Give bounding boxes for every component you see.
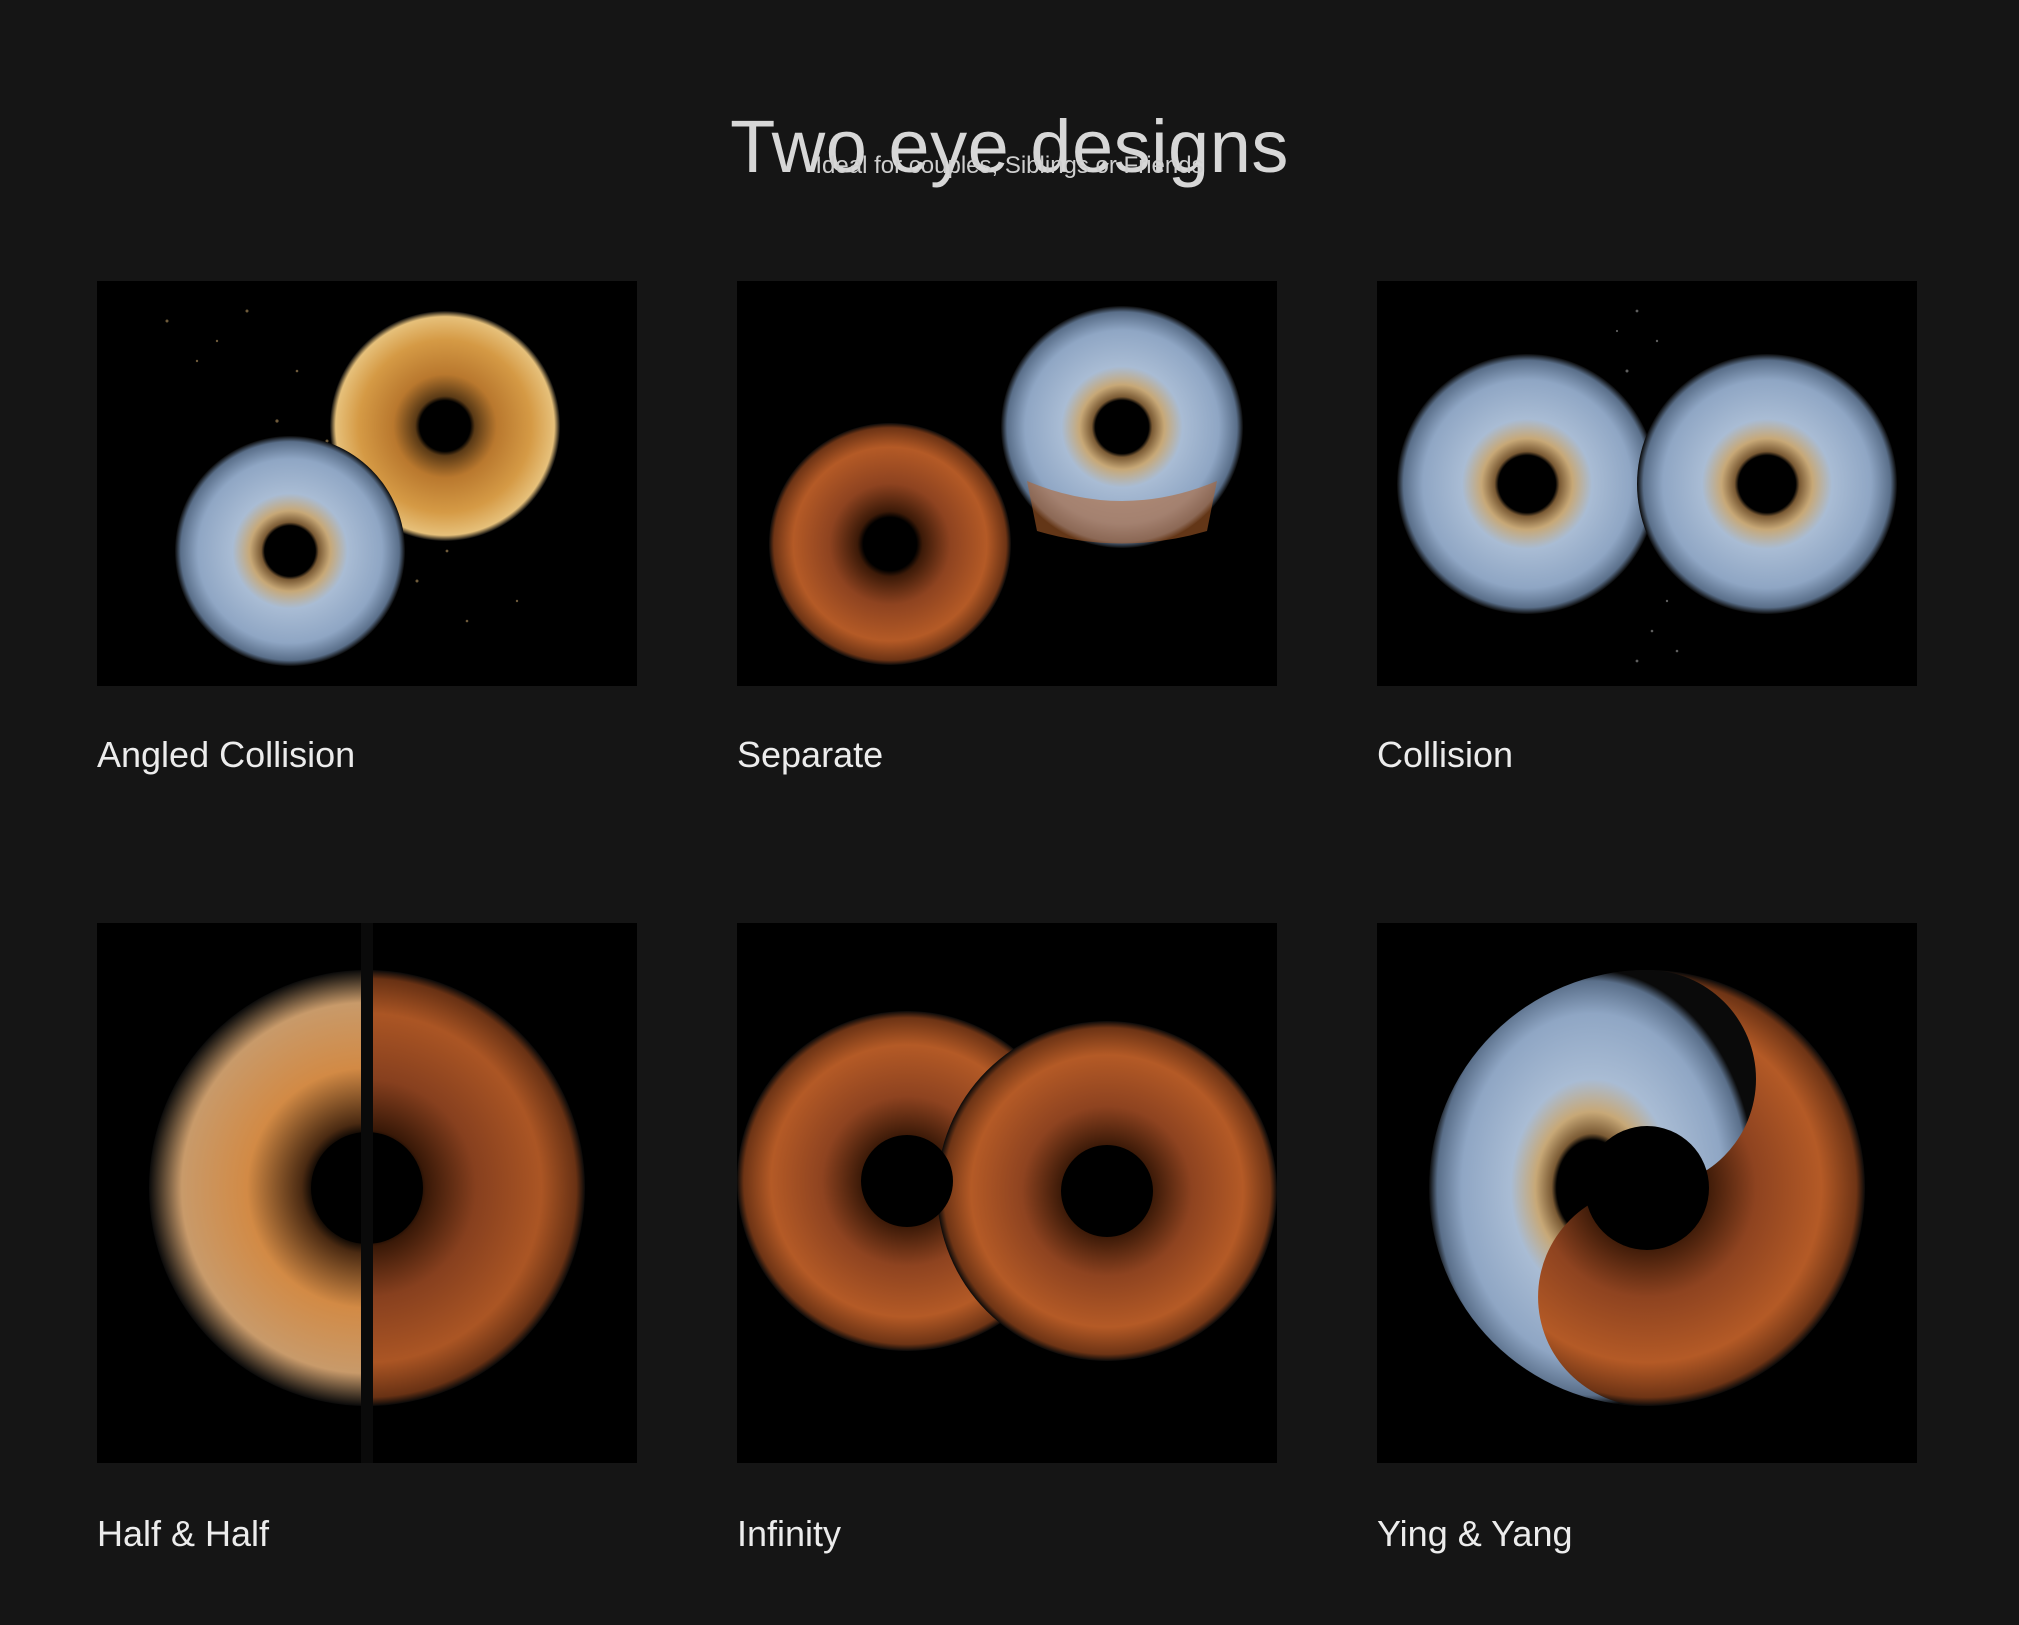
design-card-collision[interactable]: Collision [1377, 281, 1917, 775]
design-label: Separate [737, 734, 884, 775]
half-and-half-image[interactable] [97, 923, 637, 1463]
design-card-angled-collision[interactable]: Angled Collision [97, 281, 637, 775]
design-label: Ying & Yang [1377, 1513, 1573, 1554]
design-label: Infinity [737, 1513, 842, 1554]
collision-image[interactable] [1377, 281, 1917, 686]
design-label: Half & Half [97, 1513, 270, 1554]
design-card-separate[interactable]: Separate [737, 281, 1277, 775]
design-label: Collision [1377, 734, 1514, 775]
design-card-ying-and-yang[interactable]: Ying & Yang [1377, 923, 1917, 1554]
design-label: Angled Collision [97, 734, 356, 775]
separate-image[interactable] [737, 281, 1277, 686]
infinity-image[interactable] [737, 923, 1277, 1463]
design-card-half-and-half[interactable]: Half & Half [97, 923, 637, 1554]
page-subtitle: Ideal for couples, Siblings or Friends [815, 152, 1204, 179]
ying-and-yang-image[interactable] [1377, 923, 1917, 1463]
angled-collision-image[interactable] [97, 281, 637, 686]
design-card-infinity[interactable]: Infinity [737, 923, 1277, 1554]
